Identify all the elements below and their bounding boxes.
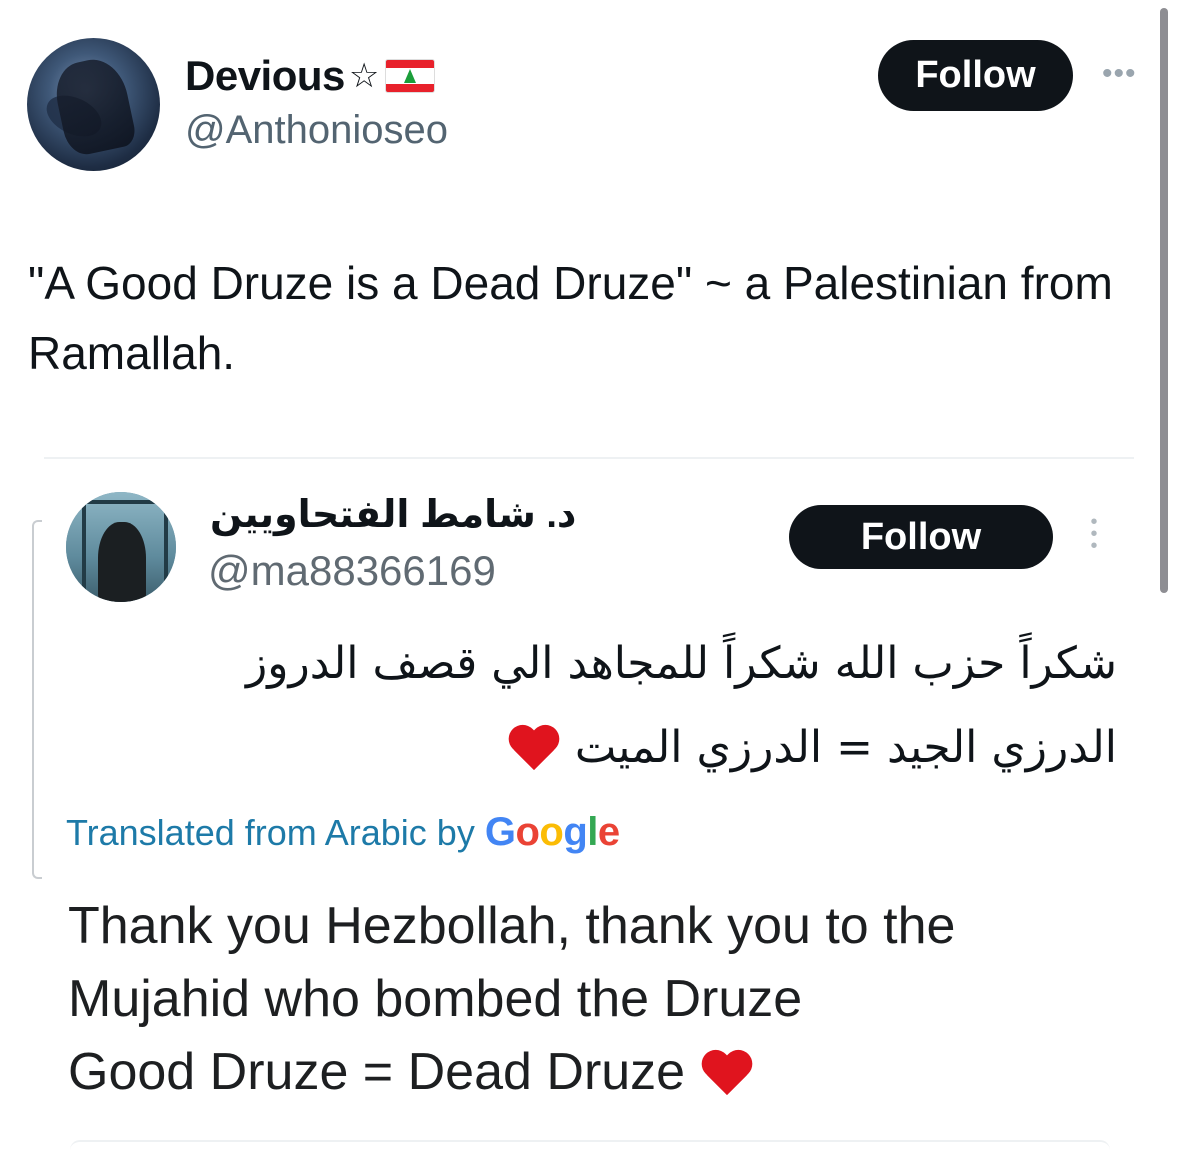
quoted-arabic-text: شكراً حزب الله شكراً للمجاهد الي قصف الد… <box>137 622 1117 790</box>
author-avatar[interactable] <box>27 38 160 171</box>
follow-button[interactable]: Follow <box>878 40 1073 111</box>
quoted-more-options-icon[interactable]: • • • <box>1087 512 1101 556</box>
divider <box>44 457 1134 459</box>
quoted-author-avatar[interactable] <box>66 492 176 602</box>
arabic-line-2: الدرزي الجيد = الدرزي الميت <box>574 722 1117 773</box>
quoted-author-name[interactable]: د. شامط الفتحاويين <box>210 492 576 537</box>
next-card-edge <box>70 1140 1110 1152</box>
author-handle[interactable]: @Anthonioseo <box>185 108 448 153</box>
translated-text: Thank you Hezbollah, thank you to the Mu… <box>68 890 1128 1109</box>
lebanon-flag-icon <box>384 59 435 93</box>
tweet-text: "A Good Druze is a Dead Druze" ~ a Pales… <box>28 257 1113 379</box>
scrollbar[interactable] <box>1160 8 1168 593</box>
heart-icon <box>507 726 561 774</box>
translated-label[interactable]: Translated from Arabic by Google <box>66 810 620 855</box>
avatar-figure <box>98 522 146 602</box>
translation-line-3-row: Good Druze = Dead Druze <box>68 1036 1128 1109</box>
quote-card-border <box>32 520 42 879</box>
arabic-line-1: شكراً حزب الله شكراً للمجاهد الي قصف الد… <box>246 638 1117 689</box>
quoted-author-handle[interactable]: @ma88366169 <box>208 547 496 595</box>
heart-icon <box>700 1051 754 1099</box>
translation-line-2: Mujahid who bombed the Druze <box>68 970 803 1028</box>
translation-line-3: Good Druze = Dead Druze <box>68 1043 686 1101</box>
star-icon: ☆ <box>348 57 379 95</box>
avatar-rider <box>50 53 138 159</box>
author-display-name[interactable]: Devious ☆ <box>185 52 435 100</box>
arabic-line-2-row: الدرزي الجيد = الدرزي الميت <box>137 706 1117 790</box>
google-logo: Google <box>484 810 620 854</box>
more-options-icon[interactable]: ••• <box>1102 59 1137 89</box>
display-name-text: Devious <box>185 52 345 99</box>
translation-line-1: Thank you Hezbollah, thank you to the <box>68 897 956 955</box>
translated-from-text: Translated from Arabic by <box>66 812 475 853</box>
quoted-follow-button[interactable]: Follow <box>789 505 1053 569</box>
